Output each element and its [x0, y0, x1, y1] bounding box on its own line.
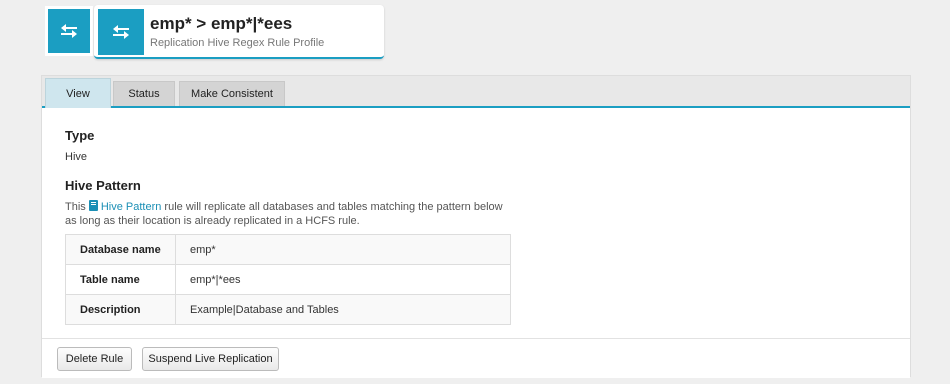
hive-pattern-heading: Hive Pattern — [65, 178, 141, 193]
table-key: Description — [65, 294, 176, 325]
suspend-live-replication-button[interactable]: Suspend Live Replication — [142, 347, 279, 371]
page-subtitle: Replication Hive Regex Rule Profile — [150, 37, 325, 49]
table-row: Database name emp* — [65, 234, 511, 265]
type-value: Hive — [65, 151, 88, 163]
type-heading: Type — [65, 128, 95, 143]
rule-icon-tile — [98, 9, 144, 55]
hive-pattern-help-link[interactable]: Hive Pattern — [88, 200, 162, 213]
book-icon — [88, 200, 98, 211]
tab-view[interactable]: View — [45, 78, 111, 108]
tab-make-consistent[interactable]: Make Consistent — [179, 81, 285, 106]
tab-bar: View Status Make Consistent — [42, 76, 910, 108]
table-value: emp* — [175, 234, 511, 265]
table-key: Database name — [65, 234, 176, 265]
tab-status[interactable]: Status — [113, 81, 175, 106]
pattern-table: Database name emp* Table name emp*|*ees … — [65, 234, 511, 325]
table-row: Description Example|Database and Tables — [65, 294, 511, 325]
table-row: Table name emp*|*ees — [65, 264, 511, 295]
table-key: Table name — [65, 264, 176, 295]
transfer-arrows-icon — [61, 24, 77, 38]
delete-rule-button[interactable]: Delete Rule — [57, 347, 132, 371]
action-footer: Delete Rule Suspend Live Replication — [42, 338, 910, 378]
transfer-arrows-icon — [113, 25, 129, 39]
rule-header-card: emp* > emp*|*ees Replication Hive Regex … — [94, 5, 384, 59]
rule-icon-tile-back — [45, 6, 93, 56]
page-title: emp* > emp*|*ees — [150, 14, 293, 33]
hive-pattern-link-label: Hive Pattern — [100, 201, 162, 213]
table-value: Example|Database and Tables — [175, 294, 511, 325]
table-value: emp*|*ees — [175, 264, 511, 295]
rule-detail-panel: View Status Make Consistent Type Hive Hi… — [41, 75, 911, 378]
hive-pattern-description: This Hive Pattern rule will replicate al… — [65, 200, 515, 228]
description-prefix: This — [65, 201, 89, 213]
